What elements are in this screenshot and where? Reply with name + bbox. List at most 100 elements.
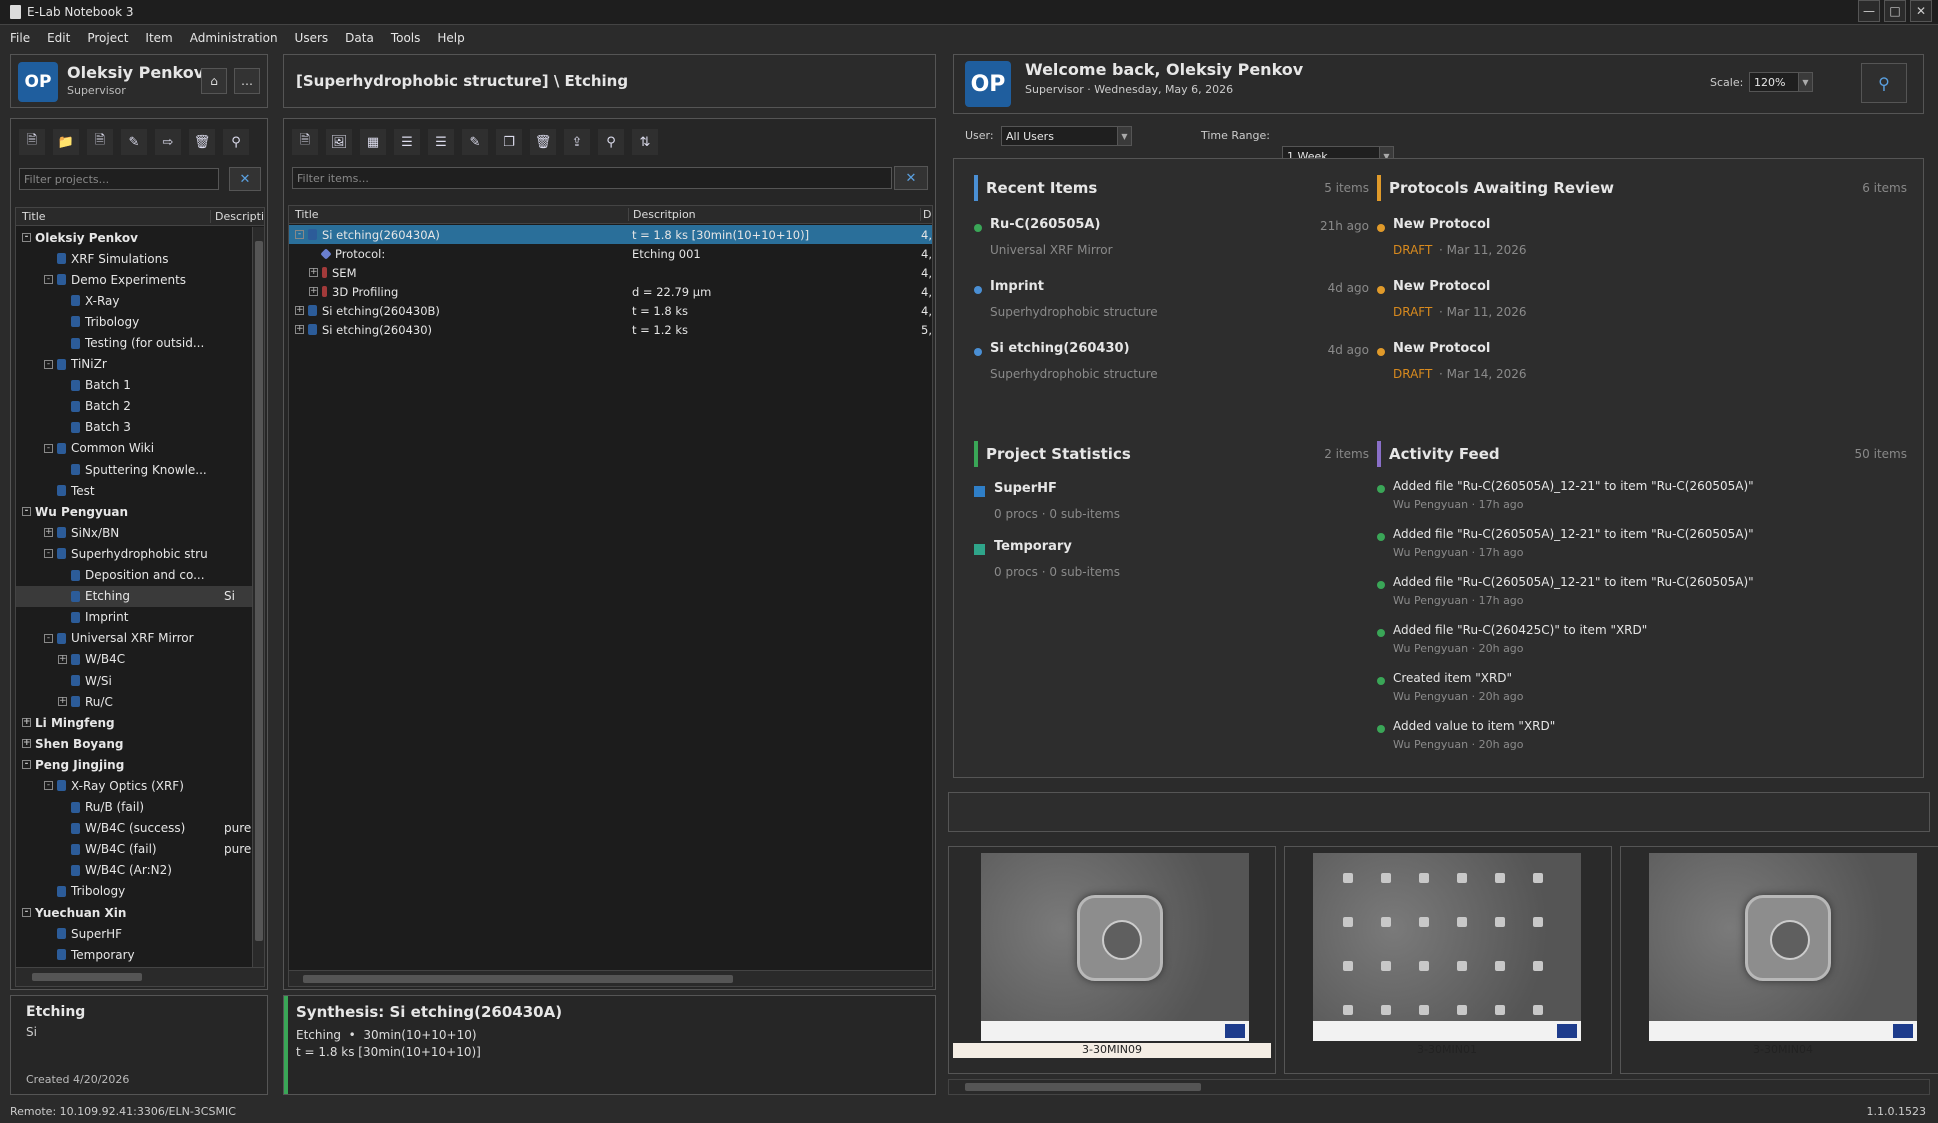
item-row[interactable]: Protocol: Etching 001 4, <box>289 244 932 263</box>
project-tree-item[interactable]: - Common Wiki <box>16 438 252 459</box>
activity-item[interactable]: Added file "Ru-C(260505A)_12-21" to item… <box>1377 573 1907 621</box>
new-project-icon[interactable]: 🗎 <box>19 129 45 155</box>
project-tree-item[interactable]: Deposition and co... <box>16 565 252 586</box>
project-tree-item[interactable]: - Yuechuan Xin <box>16 902 252 923</box>
more-button[interactable]: … <box>234 68 260 94</box>
close-icon[interactable]: ✕ <box>1910 0 1932 22</box>
project-tree-item[interactable]: Ru/B (fail) <box>16 797 252 818</box>
col-description[interactable]: Descripti <box>211 210 264 223</box>
project-tree-item[interactable]: XRF Simulations <box>16 248 252 269</box>
new-item-icon[interactable]: 🗎 <box>292 129 318 155</box>
menu-administration[interactable]: Administration <box>190 31 278 45</box>
menu-tools[interactable]: Tools <box>391 31 421 45</box>
projects-filter-input[interactable]: Filter projects... <box>19 168 219 190</box>
project-tree-item[interactable]: Etching Si <box>16 585 252 607</box>
collapse-icon[interactable]: - <box>44 359 53 369</box>
project-tree-item[interactable]: - Oleksiy Penkov <box>16 227 252 248</box>
search-button[interactable]: ⚲ <box>1861 63 1907 103</box>
add-data-icon[interactable]: ▦ <box>360 129 386 155</box>
sort-icon[interactable]: ⇅ <box>632 129 658 155</box>
project-tree-item[interactable]: Tribology <box>16 881 252 902</box>
collapse-icon[interactable]: - <box>44 443 53 453</box>
new-subproject-icon[interactable]: 🗎 <box>87 129 113 155</box>
project-tree-item[interactable]: + Ru/C <box>16 691 252 712</box>
recent-item[interactable]: Si etching(260430) 4d ago Superhydrophobic… <box>974 337 1369 399</box>
clear-items-filter-button[interactable]: ✕ <box>894 166 928 190</box>
items-filter-input[interactable]: Filter items... <box>292 167 892 189</box>
delete-icon[interactable]: 🗑 <box>530 129 556 155</box>
project-tree-item[interactable]: Imprint <box>16 607 252 628</box>
expand-icon[interactable]: + <box>309 268 318 277</box>
project-tree-item[interactable]: - Demo Experiments <box>16 269 252 290</box>
recent-item[interactable]: Imprint 4d ago Superhydrophobic structure <box>974 275 1369 337</box>
project-tree-item[interactable]: X-Ray <box>16 290 252 311</box>
project-tree-item[interactable]: - TiNiZr <box>16 354 252 375</box>
activity-item[interactable]: Added file "Ru-C(260505A)_12-21" to item… <box>1377 477 1907 525</box>
project-tree-item[interactable]: Batch 1 <box>16 375 252 396</box>
item-row[interactable]: + SEM 4, <box>289 263 932 282</box>
vertical-scrollbar[interactable] <box>252 227 264 967</box>
expand-icon[interactable]: + <box>58 697 67 707</box>
collapse-icon[interactable]: - <box>44 633 53 643</box>
home-icon[interactable]: ⌂ <box>201 68 227 94</box>
image-thumbnail[interactable]: 3-30MIN01 <box>1284 846 1612 1074</box>
image-thumbnail[interactable]: 3-30MIN04 <box>1620 846 1938 1074</box>
horizontal-scrollbar[interactable] <box>16 967 264 986</box>
project-tree-item[interactable]: + W/B4C <box>16 649 252 670</box>
project-tree-item[interactable]: Tribology <box>16 311 252 332</box>
project-tree-item[interactable]: W/B4C (Ar:N2) <box>16 860 252 881</box>
project-tree-item[interactable]: W/Si <box>16 670 252 691</box>
project-tree-item[interactable]: Temporary <box>16 944 252 965</box>
move-icon[interactable]: ⇨ <box>155 129 181 155</box>
collapse-icon[interactable]: - <box>44 549 53 559</box>
list-icon[interactable]: ☰ <box>394 129 420 155</box>
project-tree-item[interactable]: - Universal XRF Mirror <box>16 628 252 649</box>
project-tree-item[interactable]: - Wu Pengyuan <box>16 501 252 522</box>
activity-item[interactable]: Added file "Ru-C(260425C)" to item "XRD"… <box>1377 621 1907 669</box>
search-icon[interactable]: ⚲ <box>223 129 249 155</box>
project-tree-item[interactable]: + Shen Boyang <box>16 733 252 754</box>
menu-users[interactable]: Users <box>295 31 329 45</box>
expand-icon[interactable]: + <box>22 739 31 749</box>
user-filter-select[interactable]: All Users ▼ <box>1001 126 1132 146</box>
menu-help[interactable]: Help <box>437 31 464 45</box>
collapse-icon[interactable]: - <box>44 275 53 285</box>
add-image-icon[interactable]: 🖼 <box>326 129 352 155</box>
project-tree-item[interactable]: + SiNx/BN <box>16 522 252 543</box>
maximize-icon[interactable]: □ <box>1884 0 1906 22</box>
project-tree-item[interactable]: Test <box>16 480 252 501</box>
delete-icon[interactable]: 🗑 <box>189 129 215 155</box>
project-tree-item[interactable]: W/B4C (success) pure <box>16 818 252 839</box>
project-stat-item[interactable]: SuperHF 0 procs · 0 sub-items <box>974 477 1369 535</box>
collapse-icon[interactable]: - <box>22 233 31 243</box>
menu-project[interactable]: Project <box>87 31 128 45</box>
collapse-icon[interactable]: - <box>22 908 31 918</box>
collapse-icon[interactable]: - <box>22 760 31 770</box>
menu-file[interactable]: File <box>10 31 30 45</box>
project-tree-item[interactable]: Batch 3 <box>16 417 252 438</box>
protocol-item[interactable]: New Protocol DRAFT · Mar 11, 2026 <box>1377 213 1907 275</box>
item-row[interactable]: + Si etching(260430) t = 1.2 ks 5, <box>289 320 932 339</box>
expand-icon[interactable]: + <box>58 654 67 664</box>
project-stat-item[interactable]: Temporary 0 procs · 0 sub-items <box>974 535 1369 593</box>
item-row[interactable]: + Si etching(260430B) t = 1.8 ks 4, <box>289 301 932 320</box>
export-icon[interactable]: ⇪ <box>564 129 590 155</box>
project-tree-item[interactable]: - Superhydrophobic stru <box>16 543 252 564</box>
project-tree-item[interactable]: - Peng Jingjing <box>16 754 252 775</box>
project-tree-item[interactable]: + Li Mingfeng <box>16 712 252 733</box>
project-tree-item[interactable]: Sputtering Knowle... <box>16 459 252 480</box>
expand-icon[interactable]: + <box>309 287 318 296</box>
new-folder-icon[interactable]: 📁 <box>53 129 79 155</box>
project-tree-item[interactable]: Testing (for outsid... <box>16 332 252 353</box>
menu-data[interactable]: Data <box>345 31 374 45</box>
collapse-icon[interactable]: - <box>22 507 31 517</box>
item-row[interactable]: - Si etching(260430A) t = 1.8 ks [30min(10… <box>289 225 932 244</box>
col-date[interactable]: D <box>921 208 931 221</box>
col-title[interactable]: Title <box>289 208 629 221</box>
image-thumbnail[interactable]: 3-30MIN09 <box>948 846 1276 1074</box>
expand-icon[interactable]: + <box>295 306 304 315</box>
scale-select[interactable]: 120% ▼ <box>1749 72 1813 92</box>
activity-item[interactable]: Added value to item "XRD" Wu Pengyuan · 2… <box>1377 717 1907 765</box>
copy-icon[interactable]: ❐ <box>496 129 522 155</box>
expand-icon[interactable]: + <box>22 718 31 728</box>
